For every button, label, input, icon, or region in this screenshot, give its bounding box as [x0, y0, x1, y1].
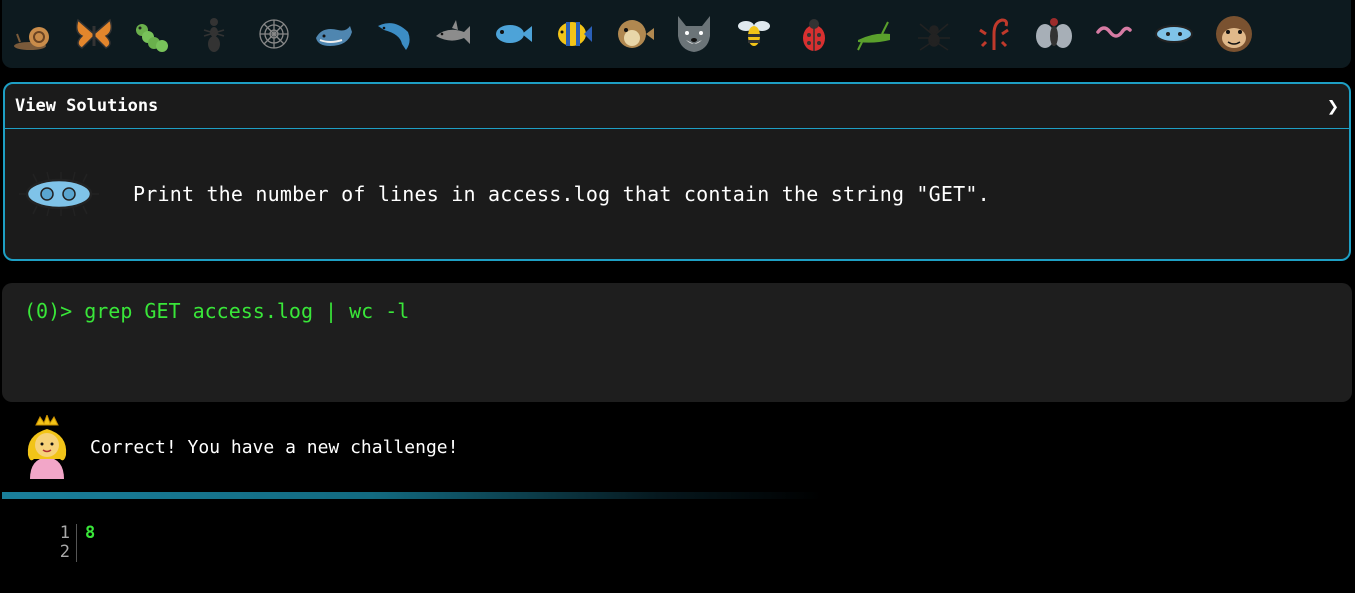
cricket-icon[interactable]: [850, 10, 898, 58]
command-output: 1 2 8: [52, 524, 95, 562]
tropical-fish-icon[interactable]: [550, 10, 598, 58]
feedback-text: Correct! You have a new challenge!: [90, 436, 459, 458]
challenge-panel: View Solutions ❯ Print the number of lin…: [3, 82, 1351, 261]
spider-web-icon[interactable]: [250, 10, 298, 58]
output-line: 8: [85, 523, 96, 543]
line-number-gutter: 1 2: [52, 524, 77, 562]
feedback-message: Correct! You have a new challenge!: [20, 415, 458, 479]
microbe-icon[interactable]: [1150, 10, 1198, 58]
chevron-right-icon[interactable]: ❯: [1327, 94, 1339, 118]
worm-icon[interactable]: [1090, 10, 1138, 58]
pufferfish-icon[interactable]: [610, 10, 658, 58]
fish-icon[interactable]: [490, 10, 538, 58]
terminal[interactable]: (0)> grep GET access.log | wc -l: [2, 283, 1352, 402]
ant-icon[interactable]: [190, 10, 238, 58]
shell-prompt: (0)>: [24, 299, 85, 323]
challenge-question: Print the number of lines in access.log …: [133, 182, 990, 206]
shark-icon[interactable]: [430, 10, 478, 58]
butterfly-icon[interactable]: [70, 10, 118, 58]
microbe-icon: [19, 171, 99, 217]
line-number: 2: [59, 542, 70, 562]
creature-bar: [2, 0, 1351, 68]
snail-icon[interactable]: [10, 10, 58, 58]
output-lines: 8: [77, 524, 95, 562]
dolphin-icon[interactable]: [370, 10, 418, 58]
line-number: 1: [59, 523, 70, 543]
ladybug-icon[interactable]: [790, 10, 838, 58]
bee-icon[interactable]: [730, 10, 778, 58]
princess-avatar-icon: [27, 415, 67, 479]
spider-icon[interactable]: [910, 10, 958, 58]
fly-icon[interactable]: [1030, 10, 1078, 58]
scorpion-icon[interactable]: [970, 10, 1018, 58]
view-solutions-header[interactable]: View Solutions ❯: [5, 84, 1349, 129]
divider: [2, 492, 822, 499]
view-solutions-label: View Solutions: [15, 96, 159, 116]
command-input[interactable]: grep GET access.log | wc -l: [84, 299, 409, 323]
caterpillar-icon[interactable]: [130, 10, 178, 58]
monkey-icon[interactable]: [1210, 10, 1258, 58]
challenge-body: Print the number of lines in access.log …: [5, 129, 1349, 259]
command-line[interactable]: (0)> grep GET access.log | wc -l: [24, 299, 1330, 323]
wolf-icon[interactable]: [670, 10, 718, 58]
whale-icon[interactable]: [310, 10, 358, 58]
